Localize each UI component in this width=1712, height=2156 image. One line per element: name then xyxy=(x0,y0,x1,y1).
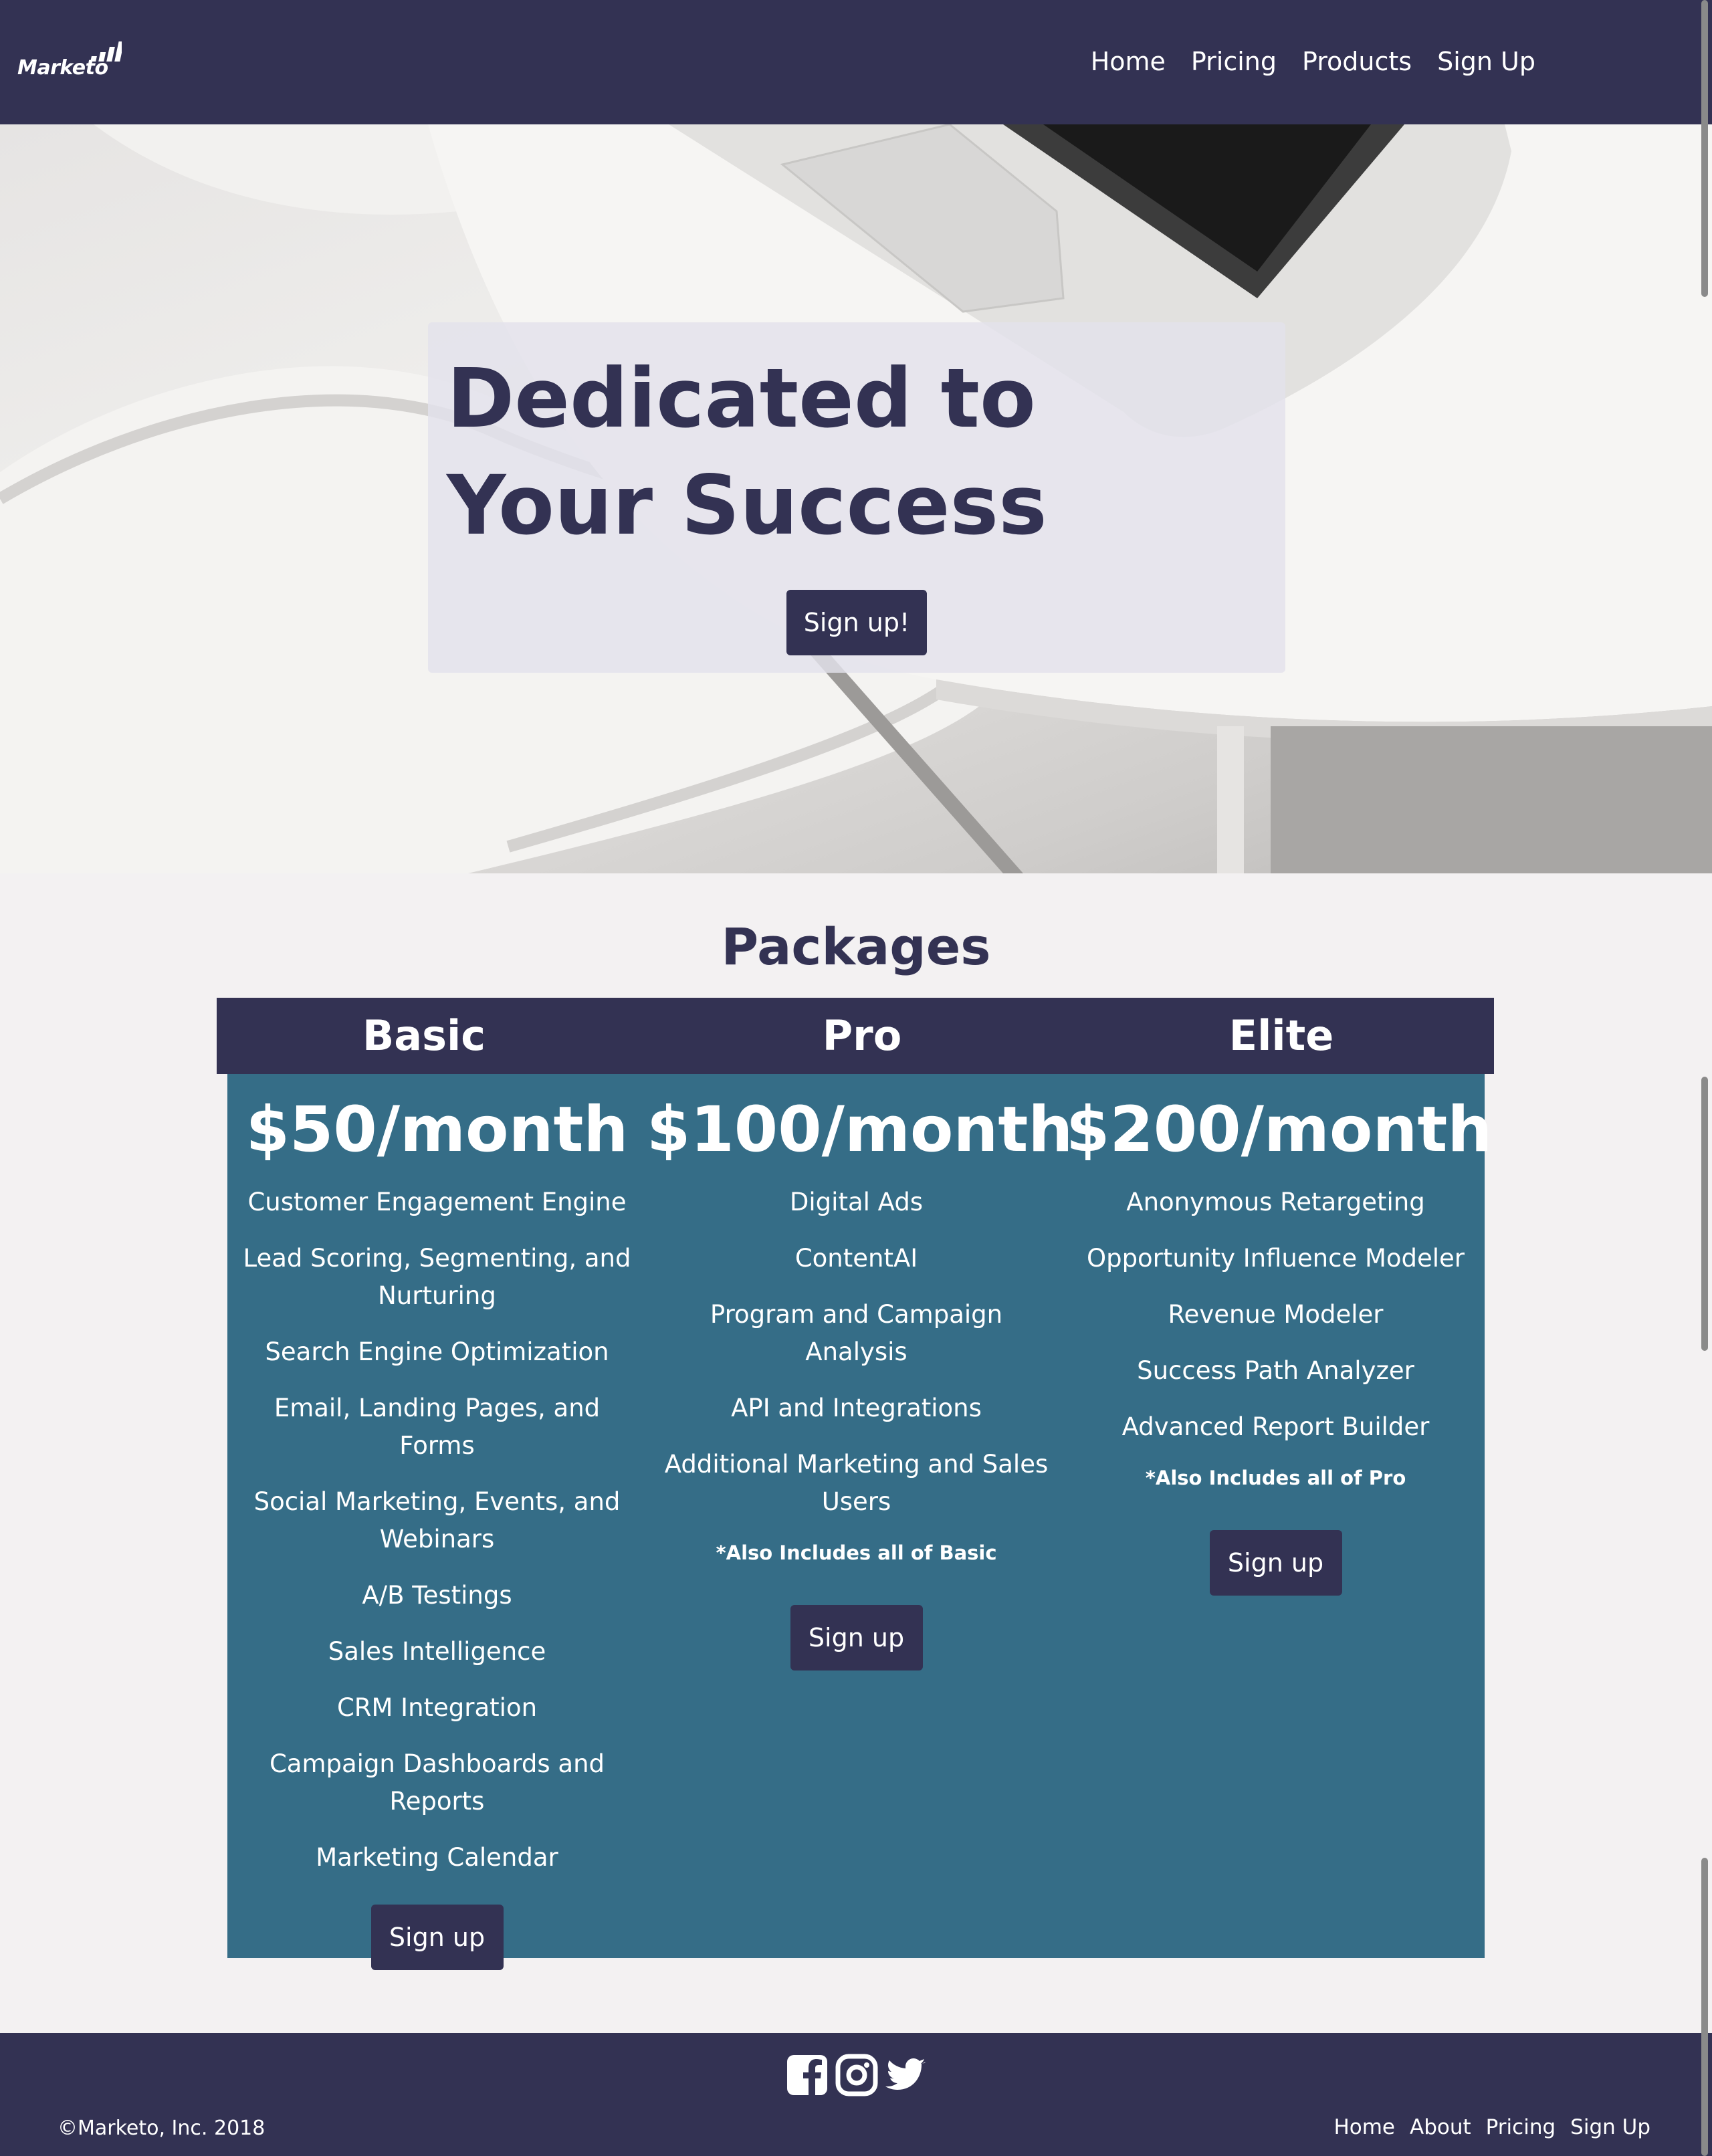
footer-link-about[interactable]: About xyxy=(1410,2112,1471,2143)
feature-item: Program and Campaign Analysis xyxy=(710,1300,1003,1366)
plan-name-basic: Basic xyxy=(362,1011,486,1060)
nav-link-pricing[interactable]: Pricing xyxy=(1191,41,1277,82)
packages-title: Packages xyxy=(721,917,991,976)
feature-list: Anonymous Retargeting Opportunity Influe… xyxy=(1066,1184,1485,1446)
footer: ©Marketo, Inc. 2018 Home About Pricing S… xyxy=(0,2033,1712,2156)
feature-item: CRM Integration xyxy=(336,1693,538,1722)
signup-button-elite[interactable]: Sign up xyxy=(1209,1530,1342,1596)
feature-item: Success Path Analyzer xyxy=(1137,1356,1414,1385)
plan-price: $50/month xyxy=(245,1093,629,1166)
plan-price: $100/month xyxy=(647,1093,1073,1166)
navbar: Marketo Home Pricing Products Sign Up xyxy=(0,0,1712,124)
packages-body: $50/month Customer Engagement Engine Lea… xyxy=(227,1074,1493,1970)
hero-title: Dedicated to Your Success xyxy=(447,351,1047,553)
page-scrollbar[interactable] xyxy=(1697,0,1712,2156)
feature-item: Additional Marketing and Sales Users xyxy=(664,1450,1049,1516)
feature-item: Campaign Dashboards and Reports xyxy=(269,1749,605,1816)
plan-price: $200/month xyxy=(1066,1093,1493,1166)
plan-note: *Also Includes all of Basic xyxy=(716,1541,997,1564)
hero-card: Dedicated to Your Success Sign up! xyxy=(428,322,1285,673)
brand-name: Marketo xyxy=(17,56,108,80)
scrollbar-thumb[interactable] xyxy=(1701,0,1708,297)
feature-item: API and Integrations xyxy=(731,1394,982,1422)
feature-item: ContentAI xyxy=(794,1244,918,1273)
plan-card-basic: $50/month Customer Engagement Engine Lea… xyxy=(227,1074,647,1970)
feature-list: Digital Ads ContentAI Program and Campai… xyxy=(647,1184,1066,1521)
facebook-icon[interactable] xyxy=(785,2053,829,2097)
feature-item: Search Engine Optimization xyxy=(265,1337,609,1366)
footer-link-signup[interactable]: Sign Up xyxy=(1570,2112,1650,2143)
scrollbar-thumb[interactable] xyxy=(1701,1077,1708,1351)
plan-name-elite: Elite xyxy=(1228,1011,1334,1060)
copyright-text: ©Marketo, Inc. 2018 xyxy=(58,2117,265,2140)
plan-card-elite: $200/month Anonymous Retargeting Opportu… xyxy=(1066,1074,1493,1958)
nav-link-products[interactable]: Products xyxy=(1302,41,1412,82)
feature-item: Sales Intelligence xyxy=(328,1637,546,1666)
footer-link-home[interactable]: Home xyxy=(1333,2112,1395,2143)
signup-button-basic[interactable]: Sign up xyxy=(370,1905,504,1970)
footer-link-pricing[interactable]: Pricing xyxy=(1486,2112,1556,2143)
hero-section: Dedicated to Your Success Sign up! xyxy=(0,124,1712,873)
feature-item: Lead Scoring, Segmenting, and Nurturing xyxy=(243,1244,631,1310)
signup-button-pro[interactable]: Sign up xyxy=(790,1605,923,1670)
twitter-icon[interactable] xyxy=(884,2053,928,2097)
instagram-icon[interactable] xyxy=(835,2053,879,2097)
feature-item: Customer Engagement Engine xyxy=(247,1188,627,1216)
plan-name-pro: Pro xyxy=(822,1011,902,1060)
plan-note: *Also Includes all of Pro xyxy=(1145,1467,1406,1489)
feature-item: Advanced Report Builder xyxy=(1121,1412,1430,1441)
scrollbar-thumb[interactable] xyxy=(1701,1858,1708,2156)
feature-item: Opportunity Influence Modeler xyxy=(1086,1244,1465,1273)
feature-item: Digital Ads xyxy=(789,1188,924,1216)
nav-link-home[interactable]: Home xyxy=(1091,41,1166,82)
brand-logo[interactable]: Marketo xyxy=(17,40,122,84)
feature-item: Social Marketing, Events, and Webinars xyxy=(253,1487,621,1553)
feature-list: Customer Engagement Engine Lead Scoring,… xyxy=(227,1184,647,1876)
feature-item: Email, Landing Pages, and Forms xyxy=(274,1394,601,1460)
hero-signup-button[interactable]: Sign up! xyxy=(786,590,927,655)
nav-link-signup[interactable]: Sign Up xyxy=(1437,41,1535,82)
social-links xyxy=(785,2053,928,2097)
packages-header: Basic Pro Elite xyxy=(217,998,1494,1074)
feature-item: Marketing Calendar xyxy=(316,1843,558,1872)
footer-nav: Home About Pricing Sign Up xyxy=(1333,2112,1650,2143)
main-nav: Home Pricing Products Sign Up xyxy=(1091,41,1535,82)
feature-item: A/B Testings xyxy=(362,1581,512,1610)
feature-item: Anonymous Retargeting xyxy=(1126,1188,1425,1216)
feature-item: Revenue Modeler xyxy=(1168,1300,1384,1329)
plan-card-pro: $100/month Digital Ads ContentAI Program… xyxy=(647,1074,1073,1958)
